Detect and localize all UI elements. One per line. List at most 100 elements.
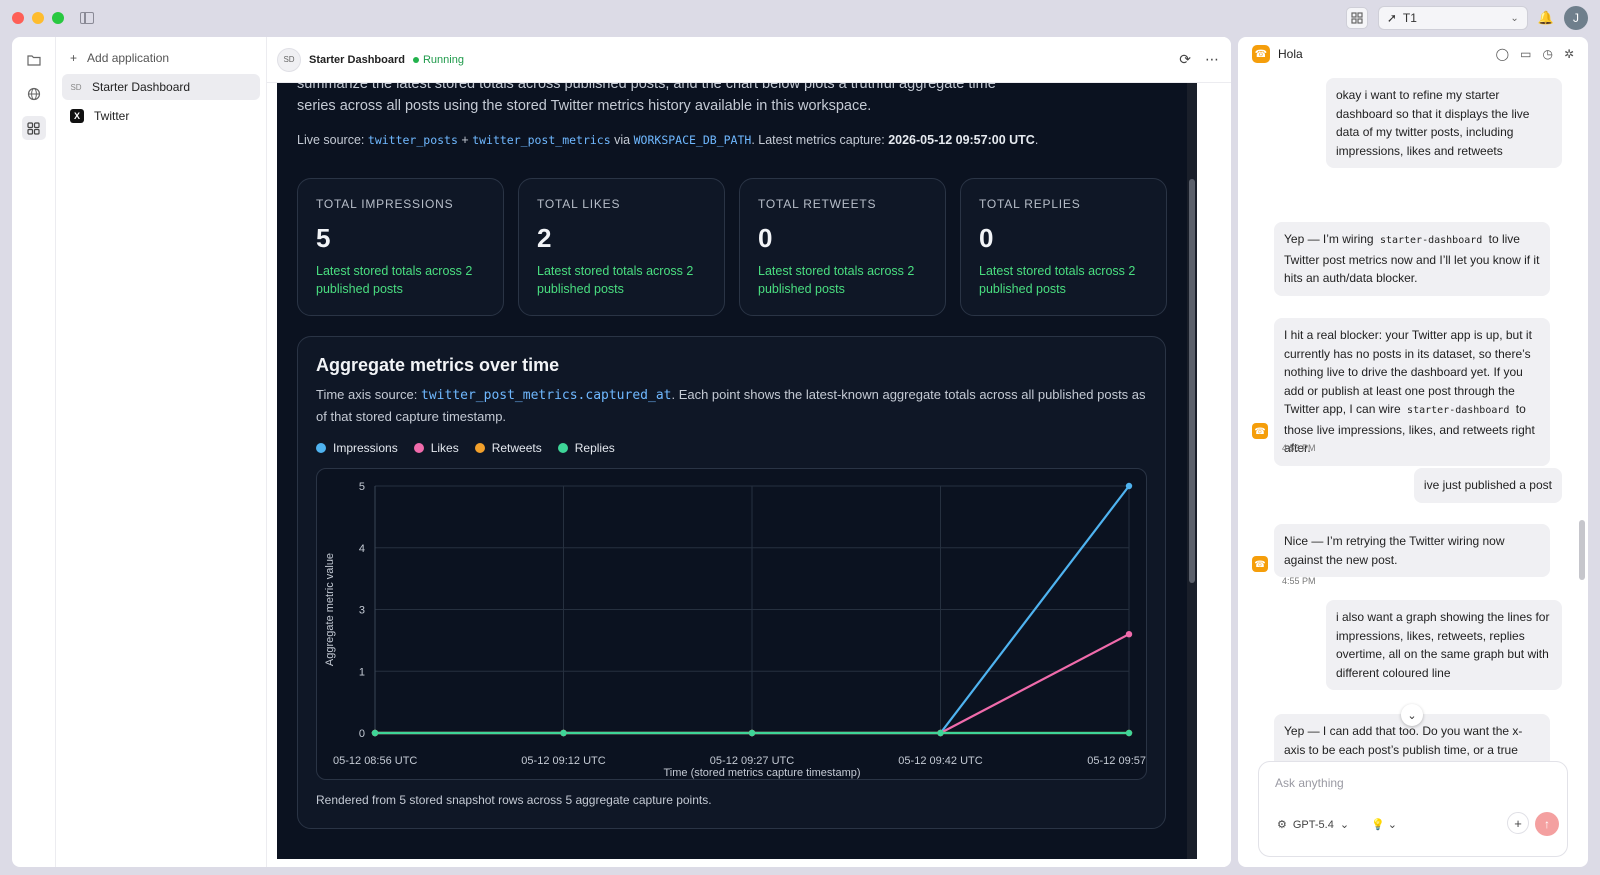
chart-plot-area: 0 1 3 4 5 05-12 08:56 UTC 05-12 09:12 UTC 05-12… bbox=[316, 468, 1147, 780]
folder-icon[interactable] bbox=[22, 48, 46, 72]
nav-item-badge: SD bbox=[70, 82, 82, 92]
chevron-down-icon: ⌄ bbox=[1339, 819, 1350, 831]
assistant-message: Nice — I’m retrying the Twitter wiring n… bbox=[1274, 524, 1550, 577]
nav-item-starter-dashboard[interactable]: SD Starter Dashboard bbox=[62, 74, 260, 100]
y-tick-label: 3 bbox=[359, 605, 365, 617]
sidebar-toggle-icon[interactable] bbox=[80, 12, 94, 24]
scrollbar-thumb[interactable] bbox=[1189, 179, 1195, 583]
legend-item[interactable]: Replies bbox=[557, 441, 615, 455]
model-name: GPT-5.4 bbox=[1292, 818, 1334, 831]
globe-icon[interactable] bbox=[22, 82, 46, 106]
history-icon[interactable]: ◷ bbox=[1542, 47, 1552, 61]
chat-bubble-icon[interactable]: ◯ bbox=[1496, 47, 1509, 61]
refresh-icon[interactable]: ⟳ bbox=[1179, 51, 1191, 68]
hola-logo-icon: ☎ bbox=[1252, 45, 1270, 63]
legend-swatch bbox=[413, 443, 424, 453]
chart-desc-field: twitter_post_metrics.captured_at bbox=[421, 388, 672, 403]
chat-panel: ☎ Hola ◯ ▭ ◷ ✲ okay i want to refine my … bbox=[1238, 37, 1588, 867]
rocket-icon: ➚ bbox=[1386, 11, 1397, 25]
card-label: TOTAL RETWEETS bbox=[758, 197, 877, 211]
metric-card-likes: TOTAL LIKES 2 Latest stored totals acros… bbox=[518, 178, 725, 316]
status-badge: Running bbox=[412, 53, 464, 66]
message-text: Nice — I’m retrying the Twitter wiring n… bbox=[1284, 534, 1505, 567]
more-options-icon[interactable]: ⋯ bbox=[1205, 51, 1219, 68]
user-message: ive just published a post bbox=[1413, 468, 1562, 503]
metric-cards: TOTAL IMPRESSIONS 5 Latest stored totals… bbox=[297, 178, 1167, 316]
legend-label: Likes bbox=[430, 441, 459, 455]
chat-scrollbar[interactable] bbox=[1579, 520, 1585, 580]
card-value: 0 bbox=[758, 223, 773, 253]
table-name: twitter_posts bbox=[367, 133, 458, 147]
user-avatar[interactable]: J bbox=[1564, 6, 1588, 30]
grid-icon bbox=[1351, 12, 1363, 24]
legend-item[interactable]: Likes bbox=[413, 441, 459, 455]
data-point-replies bbox=[937, 729, 944, 737]
data-point-replies bbox=[748, 729, 756, 737]
y-tick-label: 0 bbox=[359, 728, 365, 740]
inbox-icon[interactable]: ▭ bbox=[1520, 47, 1531, 61]
card-subtext: Latest stored totals across 2 published … bbox=[758, 264, 915, 296]
capture-prefix: . Latest metrics capture: bbox=[751, 133, 885, 147]
send-button[interactable]: ↑ bbox=[1535, 812, 1559, 836]
chat-messages: okay i want to refine my starter dashboa… bbox=[1238, 71, 1588, 771]
close-window-button[interactable] bbox=[12, 12, 24, 24]
user-message: i also want a graph showing the lines fo… bbox=[1326, 600, 1562, 690]
model-icon: ⚙ bbox=[1277, 819, 1287, 831]
message-text: I hit a real blocker: your Twitter app i… bbox=[1284, 328, 1532, 416]
card-subtext: Latest stored totals across 2 published … bbox=[979, 264, 1136, 296]
app-header: SD Starter Dashboard Running ⟳ ⋯ bbox=[267, 37, 1231, 83]
x-tick-label: 05-12 08:56 UTC bbox=[333, 755, 417, 767]
y-tick-label: 4 bbox=[359, 543, 365, 555]
workspace-select[interactable]: ➚ T1 ⌄ bbox=[1377, 6, 1528, 30]
live-source-line: Live source: twitter_posts + twitter_pos… bbox=[297, 133, 1038, 147]
legend-item[interactable]: Retweets bbox=[474, 441, 542, 455]
data-point-impressions bbox=[1125, 482, 1133, 490]
traffic-lights bbox=[12, 12, 64, 24]
legend-swatch bbox=[316, 443, 326, 453]
data-point-replies bbox=[371, 729, 379, 737]
plus-icon: + bbox=[70, 51, 78, 65]
reasoning-select[interactable]: 💡 ⌄ bbox=[1371, 818, 1397, 831]
model-select[interactable]: ⚙ GPT-5.4 ⌄ bbox=[1277, 818, 1350, 832]
capture-time: 2026-05-12 09:57:00 UTC bbox=[888, 133, 1035, 147]
bell-icon[interactable]: 🔔 bbox=[1538, 10, 1554, 26]
attach-button[interactable]: + bbox=[1507, 812, 1529, 834]
app-main: SD Starter Dashboard Running ⟳ ⋯ summari… bbox=[267, 37, 1231, 867]
agents-icon[interactable]: ✲ bbox=[1564, 47, 1574, 61]
dashboard-view: summarize the latest stored totals acros… bbox=[277, 83, 1197, 859]
metric-card-impressions: TOTAL IMPRESSIONS 5 Latest stored totals… bbox=[297, 178, 504, 316]
legend-item[interactable]: Impressions bbox=[316, 441, 398, 455]
apps-icon[interactable] bbox=[21, 116, 46, 140]
data-point-likes bbox=[1125, 631, 1133, 638]
app-panel: + Add application SD Starter Dashboard X… bbox=[12, 37, 1231, 867]
dashboard-scrollbar[interactable] bbox=[1187, 83, 1197, 859]
db-path: WORKSPACE_DB_PATH bbox=[633, 133, 752, 147]
scroll-to-bottom-button[interactable]: ⌄ bbox=[1401, 704, 1423, 726]
assistant-message: Yep — I’m wiring starter-dashboard to li… bbox=[1274, 222, 1550, 296]
chart-desc-prefix: Time axis source: bbox=[316, 387, 418, 402]
message-timestamp: 4:55 PM bbox=[1282, 576, 1316, 586]
plus-text: + bbox=[461, 133, 469, 147]
minimize-window-button[interactable] bbox=[32, 12, 44, 24]
add-application-button[interactable]: + Add application bbox=[62, 45, 260, 71]
card-value: 2 bbox=[537, 223, 552, 253]
legend-swatch bbox=[557, 443, 568, 453]
x-tick-label: 05-12 09:57 bbox=[1087, 755, 1146, 767]
metric-card-retweets: TOTAL RETWEETS 0 Latest stored totals ac… bbox=[739, 178, 946, 316]
assistant-avatar-icon: ☎ bbox=[1252, 556, 1268, 572]
maximize-window-button[interactable] bbox=[52, 12, 64, 24]
card-label: TOTAL REPLIES bbox=[979, 197, 1081, 211]
table-name: twitter_post_metrics bbox=[472, 133, 611, 147]
nav-item-twitter[interactable]: X Twitter bbox=[62, 103, 260, 129]
lightbulb-icon: 💡 bbox=[1371, 819, 1385, 831]
data-point-replies bbox=[1125, 729, 1133, 737]
data-point-replies bbox=[560, 729, 567, 737]
status-label: Running bbox=[422, 53, 464, 66]
x-tick-label: 05-12 09:42 UTC bbox=[898, 755, 982, 767]
apps-grid-button[interactable] bbox=[1345, 7, 1368, 29]
message-text: Yep — I’m wiring bbox=[1284, 232, 1377, 246]
chat-input[interactable] bbox=[1275, 776, 1545, 790]
nav-item-label: Starter Dashboard bbox=[92, 80, 191, 94]
aggregate-chart-card: Aggregate metrics over time Time axis so… bbox=[297, 336, 1166, 829]
y-tick-label: 5 bbox=[359, 481, 365, 493]
